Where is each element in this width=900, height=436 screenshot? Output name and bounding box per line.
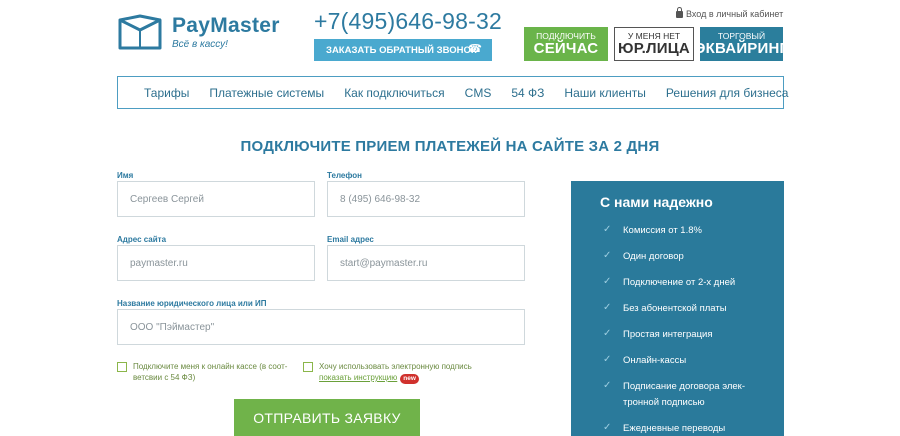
check-icon: ✓	[603, 276, 612, 287]
logo-envelope-icon	[118, 14, 162, 50]
email-label: Email адрес	[327, 235, 374, 244]
phone-input[interactable]: 8 (495) 646-98-32	[327, 181, 525, 217]
cabinet-link[interactable]: Вход в личный кабинет	[676, 6, 784, 19]
nav-item-business-solutions[interactable]: Решения для бизнеса	[666, 86, 789, 100]
checkbox-box[interactable]	[303, 362, 313, 372]
benefit-item: ✓ Простая интеграция	[603, 327, 773, 343]
check-icon: ✓	[603, 224, 612, 235]
benefit-text: Комиссия от 1.8%	[623, 225, 702, 236]
checkbox-box[interactable]	[117, 362, 127, 372]
nav-item-54fz[interactable]: 54 ФЗ	[511, 86, 544, 100]
checkbox-label: Хочу использовать электронную подпись	[319, 362, 472, 371]
logo-name: PayMaster	[172, 14, 280, 37]
check-icon: ✓	[603, 380, 612, 391]
online-cashbox-checkbox[interactable]: Подключите меня к онлайн кассе (в соот-в…	[117, 361, 297, 383]
name-input[interactable]: Сергеев Сергей	[117, 181, 315, 217]
submit-button[interactable]: ОТПРАВИТЬ ЗАЯВКУ	[234, 399, 420, 436]
check-icon: ✓	[603, 250, 612, 261]
benefit-item: ✓ Комиссия от 1.8%	[603, 223, 773, 239]
checkbox-label: Подключите меня к онлайн кассе (в соот-в…	[133, 362, 288, 382]
site-label: Адрес сайта	[117, 235, 167, 244]
nav-item-cms[interactable]: CMS	[465, 86, 492, 100]
main-nav: Тарифы Платежные системы Как подключитьс…	[117, 76, 788, 109]
company-label: Название юридического лица или ИП	[117, 299, 267, 308]
e-signature-checkbox[interactable]: Хочу использовать электронную подпись по…	[303, 361, 503, 384]
benefit-text: Подключение от 2-х дней	[623, 277, 736, 288]
instruction-link[interactable]: показать инструкцию	[319, 373, 397, 382]
nav-item-payment-systems[interactable]: Платежные системы	[209, 86, 324, 100]
phone-icon: ☎	[468, 43, 482, 55]
benefit-text: Онлайн-кассы	[623, 355, 687, 366]
phone-label: Телефон	[327, 171, 362, 180]
name-label: Имя	[117, 171, 134, 180]
promo-big-label: ЮР.ЛИЦА	[618, 40, 690, 57]
company-input[interactable]: ООО "Пэймастер"	[117, 309, 525, 345]
benefit-text: Простая интеграция	[623, 329, 713, 340]
nav-item-how-to-connect[interactable]: Как подключиться	[344, 86, 444, 100]
benefit-text: Без абонентской платы	[623, 303, 727, 314]
check-icon: ✓	[603, 328, 612, 339]
cabinet-label: Вход в личный кабинет	[686, 9, 784, 19]
promo-big-label: ЭКВАЙРИНГ	[694, 40, 789, 57]
benefits-panel: С нами надежно ✓ Комиссия от 1.8% ✓ Один…	[571, 181, 784, 436]
lock-icon	[676, 6, 683, 18]
panel-title: С нами надежно	[600, 194, 713, 210]
promo-big-label: СЕЙЧАС	[533, 40, 599, 57]
benefit-item: ✓ Подключение от 2-х дней	[603, 275, 773, 291]
benefit-item: ✓ Подписание договора элек-тронной подпи…	[603, 379, 773, 411]
callback-button[interactable]: ЗАКАЗАТЬ ОБРАТНЫЙ ЗВОНОК ☎	[314, 39, 492, 61]
header-phone[interactable]: +7(495)646-98-32	[314, 8, 502, 35]
email-input[interactable]: start@paymaster.ru	[327, 245, 525, 281]
connect-now-button[interactable]: ПОДКЛЮЧИТЬ СЕЙЧАС	[524, 27, 608, 61]
acquiring-button[interactable]: ТОРГОВЫЙ ЭКВАЙРИНГ	[695, 27, 788, 61]
nav-item-clients[interactable]: Наши клиенты	[564, 86, 646, 100]
form-title: ПОДКЛЮЧИТЕ ПРИЕМ ПЛАТЕЖЕЙ НА САЙТЕ ЗА 2 …	[240, 138, 660, 155]
benefit-text: Один договор	[623, 251, 684, 262]
benefit-text: Подписание договора элек-тронной подпись…	[623, 381, 745, 408]
benefit-item: ✓ Один договор	[603, 249, 773, 265]
site-input[interactable]: paymaster.ru	[117, 245, 315, 281]
benefit-item: ✓ Онлайн-кассы	[603, 353, 773, 369]
benefit-item: ✓ Без абонентской платы	[603, 301, 773, 317]
benefit-item: ✓ Ежедневные переводы	[603, 421, 773, 436]
check-icon: ✓	[603, 354, 612, 365]
benefit-text: Ежедневные переводы	[623, 423, 726, 434]
nav-item-tariffs[interactable]: Тарифы	[144, 86, 189, 100]
logo-tagline: Всё в кассу!	[172, 39, 228, 50]
check-icon: ✓	[603, 422, 612, 433]
check-icon: ✓	[603, 302, 612, 313]
no-legal-entity-button[interactable]: У МЕНЯ НЕТ ЮР.ЛИЦА	[614, 27, 694, 61]
callback-label: ЗАКАЗАТЬ ОБРАТНЫЙ ЗВОНОК	[326, 44, 477, 56]
new-badge: new	[400, 374, 419, 384]
